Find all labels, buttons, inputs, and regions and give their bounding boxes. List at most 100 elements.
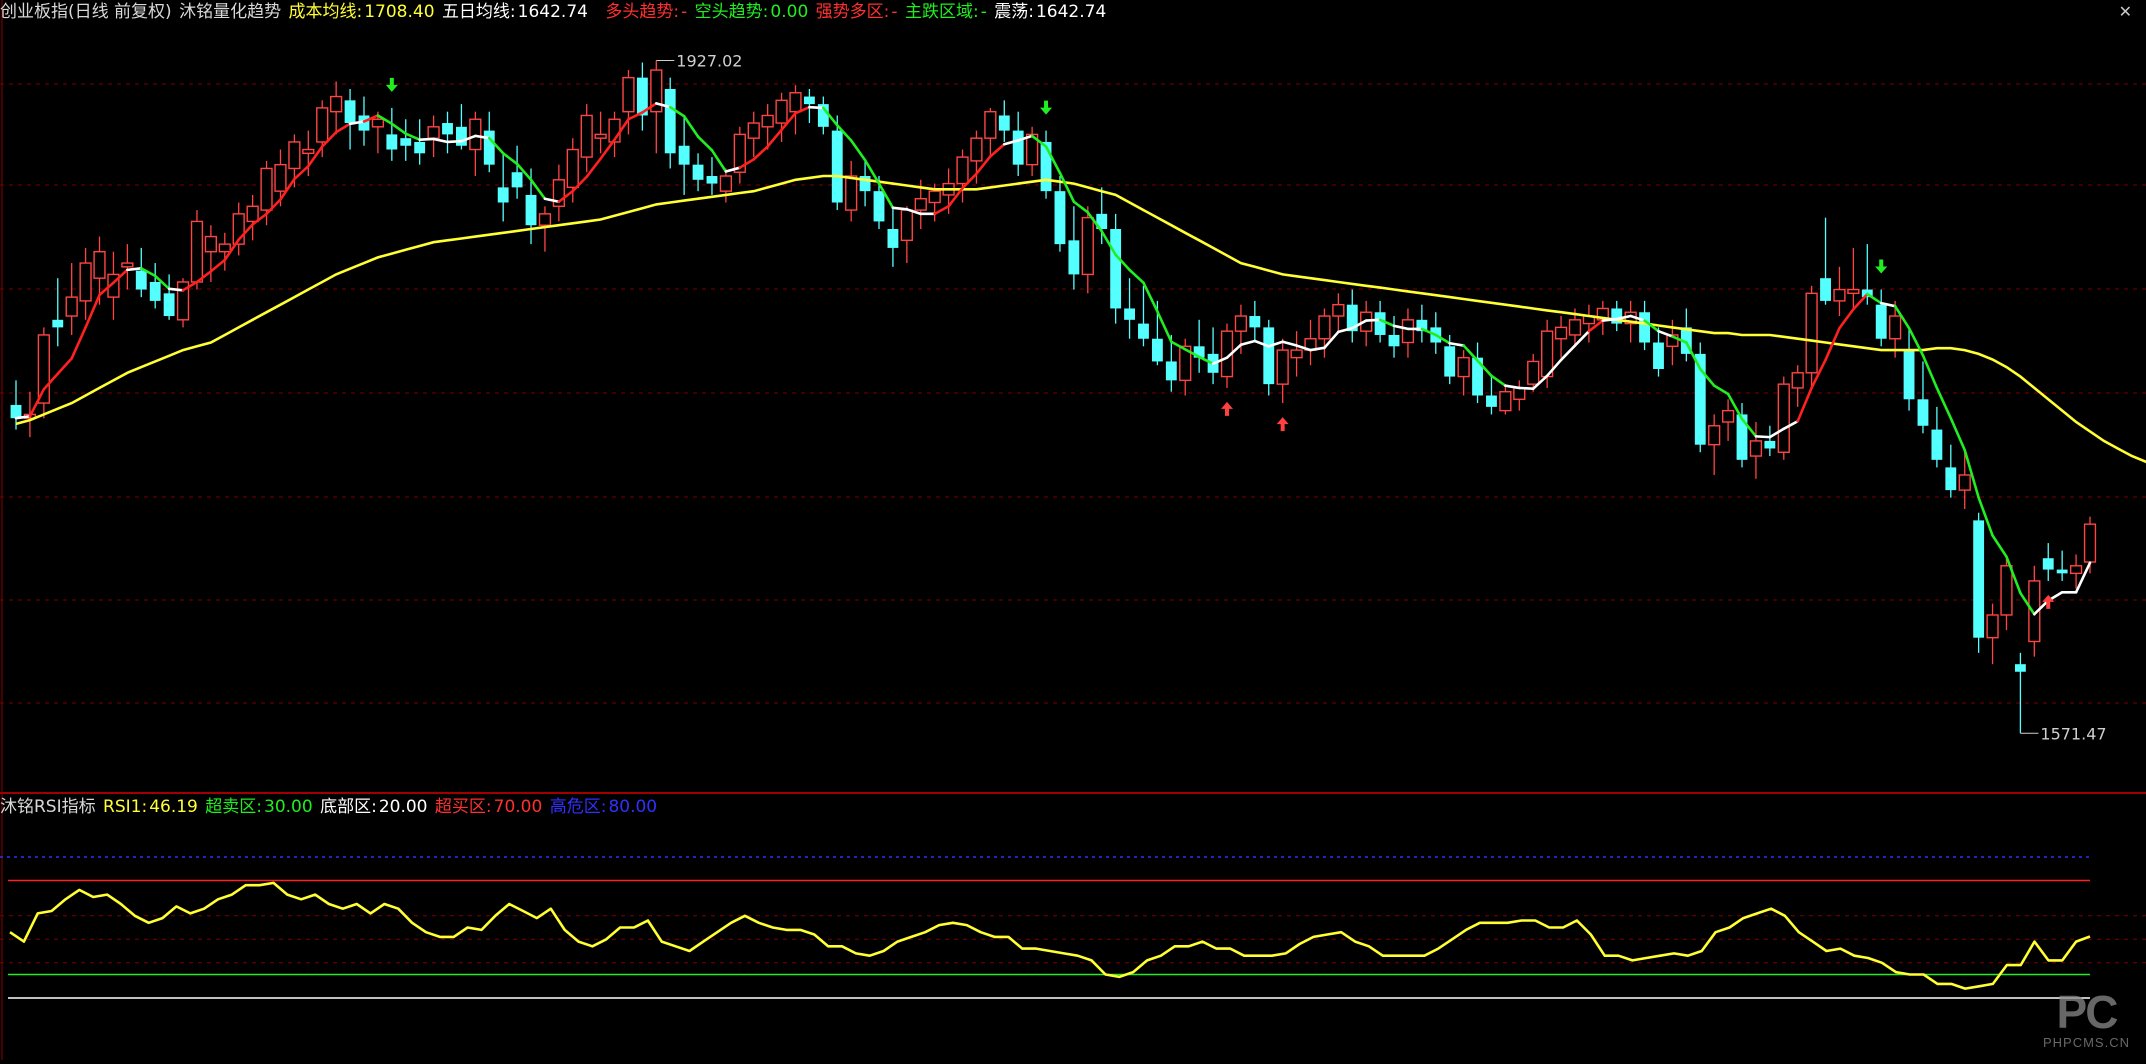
high-risk-label: 高危区: bbox=[549, 797, 607, 817]
candle-body-up bbox=[1708, 425, 1721, 446]
candle-body-up bbox=[1499, 391, 1512, 412]
candle-body-up bbox=[218, 243, 231, 253]
candle-body-down bbox=[386, 134, 398, 150]
oversold-label: 超卖区: bbox=[205, 797, 263, 817]
candle-body-up bbox=[330, 95, 343, 113]
ma5-segment bbox=[1170, 340, 1187, 351]
indicator-name: 沐铭量化趋势 bbox=[179, 2, 282, 22]
candle-body-up bbox=[1888, 315, 1902, 340]
candle-body-up bbox=[371, 118, 385, 128]
candle-body-down bbox=[887, 228, 899, 248]
candle-body-up bbox=[1958, 474, 1971, 491]
ma5-segment bbox=[70, 326, 87, 360]
ma5-segment bbox=[1156, 310, 1173, 344]
cost-ma-value: 1708.40 bbox=[364, 2, 435, 22]
candle-body-up bbox=[190, 220, 204, 283]
sell-arrow-icon bbox=[385, 77, 398, 92]
candle-body-down bbox=[1945, 467, 1957, 491]
ma5-segment bbox=[1754, 435, 1772, 439]
ma5-segment bbox=[167, 287, 185, 292]
candle-body-down bbox=[1486, 395, 1497, 407]
candle-body-down bbox=[1736, 414, 1748, 460]
main-chart-header: 创业板指(日线 前复权) 沐铭量化趋势 成本均线: 1708.40 五日均线: 16… bbox=[0, 0, 1108, 24]
buy-arrow-icon bbox=[1220, 401, 1233, 416]
buy-arrow-icon bbox=[1276, 417, 1289, 432]
ma5-segment bbox=[390, 122, 408, 135]
ma5-segment bbox=[1949, 416, 1967, 452]
candle-body-up bbox=[246, 205, 259, 223]
ma5-segment bbox=[1838, 307, 1855, 330]
candle-body-up bbox=[914, 198, 927, 211]
candle-body-down bbox=[344, 100, 356, 124]
high-annotation: 1927.02 bbox=[676, 52, 742, 71]
watermark-logo: PC PHPCMS.CN bbox=[2043, 989, 2130, 1050]
candle-body-down bbox=[1653, 342, 1664, 370]
candle-body-up bbox=[761, 114, 774, 128]
ma5-value: 1642.74 bbox=[517, 2, 588, 22]
candle-body-up bbox=[1568, 319, 1582, 336]
candle-body-up bbox=[984, 110, 997, 139]
candle-body-down bbox=[10, 404, 22, 419]
candle-body-down bbox=[1110, 228, 1122, 309]
candle-body-down bbox=[2042, 558, 2054, 570]
candle-body-down bbox=[873, 191, 885, 222]
ma5-segment bbox=[696, 135, 714, 152]
candle-body-up bbox=[1457, 356, 1470, 378]
candle-body-down bbox=[455, 126, 467, 146]
candle-body-up bbox=[1318, 315, 1331, 340]
candle-body-down bbox=[1249, 316, 1261, 328]
candle-body-down bbox=[1973, 520, 1985, 638]
candle-body-down bbox=[1917, 399, 1929, 426]
candle-body-up bbox=[2000, 565, 2013, 616]
candle-body-up bbox=[37, 334, 50, 404]
candle-body-down bbox=[1124, 308, 1135, 320]
rsi-indicator-name: 沐铭RSI指标 bbox=[0, 797, 96, 817]
ma5-segment bbox=[682, 114, 700, 138]
candle-body-up bbox=[469, 118, 482, 151]
candle-body-up bbox=[1749, 440, 1763, 457]
low-annotation: 1571.47 bbox=[2040, 724, 2106, 743]
candle-body-down bbox=[52, 319, 64, 328]
candle-body-down bbox=[1151, 338, 1163, 362]
ma5-segment bbox=[418, 137, 435, 141]
candle-body-up bbox=[1805, 292, 1818, 374]
candle-body-down bbox=[1388, 334, 1400, 347]
osc-value: 1642.74 bbox=[1035, 2, 1107, 22]
ma5-segment bbox=[710, 148, 728, 173]
ma5-segment bbox=[989, 142, 1006, 158]
rsi-line bbox=[9, 881, 2091, 990]
candle-body-up bbox=[65, 296, 78, 317]
bottom-zone-label: 底部区: bbox=[320, 797, 377, 817]
oversold-value: 30.00 bbox=[264, 797, 313, 817]
candle-body-up bbox=[622, 76, 635, 113]
candle-body-down bbox=[400, 138, 412, 146]
bull-trend-value: - bbox=[681, 2, 688, 22]
candle-body-up bbox=[1513, 387, 1526, 400]
ma5-segment bbox=[1991, 534, 2008, 559]
candle-body-down bbox=[1374, 312, 1386, 335]
candle-body-up bbox=[1527, 360, 1540, 385]
price-chart-svg[interactable]: 1927.02 1571.47 bbox=[0, 0, 2146, 1060]
candle-body-up bbox=[928, 190, 941, 204]
candle-body-down bbox=[525, 194, 537, 226]
candle-body-up bbox=[204, 235, 218, 253]
candle-body-up bbox=[79, 262, 92, 302]
ma5-segment bbox=[1142, 281, 1159, 313]
ma5-segment bbox=[766, 128, 783, 148]
candle-body-down bbox=[678, 145, 690, 165]
candle-body-down bbox=[1444, 346, 1456, 377]
ma5-segment bbox=[334, 122, 352, 134]
candle-body-up bbox=[1554, 326, 1568, 340]
ma5-segment bbox=[599, 138, 616, 160]
candle-body-up bbox=[956, 156, 969, 185]
candle-body-down bbox=[1165, 361, 1177, 381]
candle-body-down bbox=[803, 96, 815, 105]
candle-body-down bbox=[163, 293, 175, 317]
candle-body-up bbox=[900, 209, 913, 242]
ma5-segment bbox=[1852, 292, 1869, 311]
close-icon[interactable]: ✕ bbox=[2119, 2, 2132, 21]
candle-body-up bbox=[1791, 372, 1804, 389]
candle-body-up bbox=[719, 175, 733, 192]
candle-body-up bbox=[970, 137, 983, 162]
candle-body-up bbox=[1276, 349, 1289, 385]
